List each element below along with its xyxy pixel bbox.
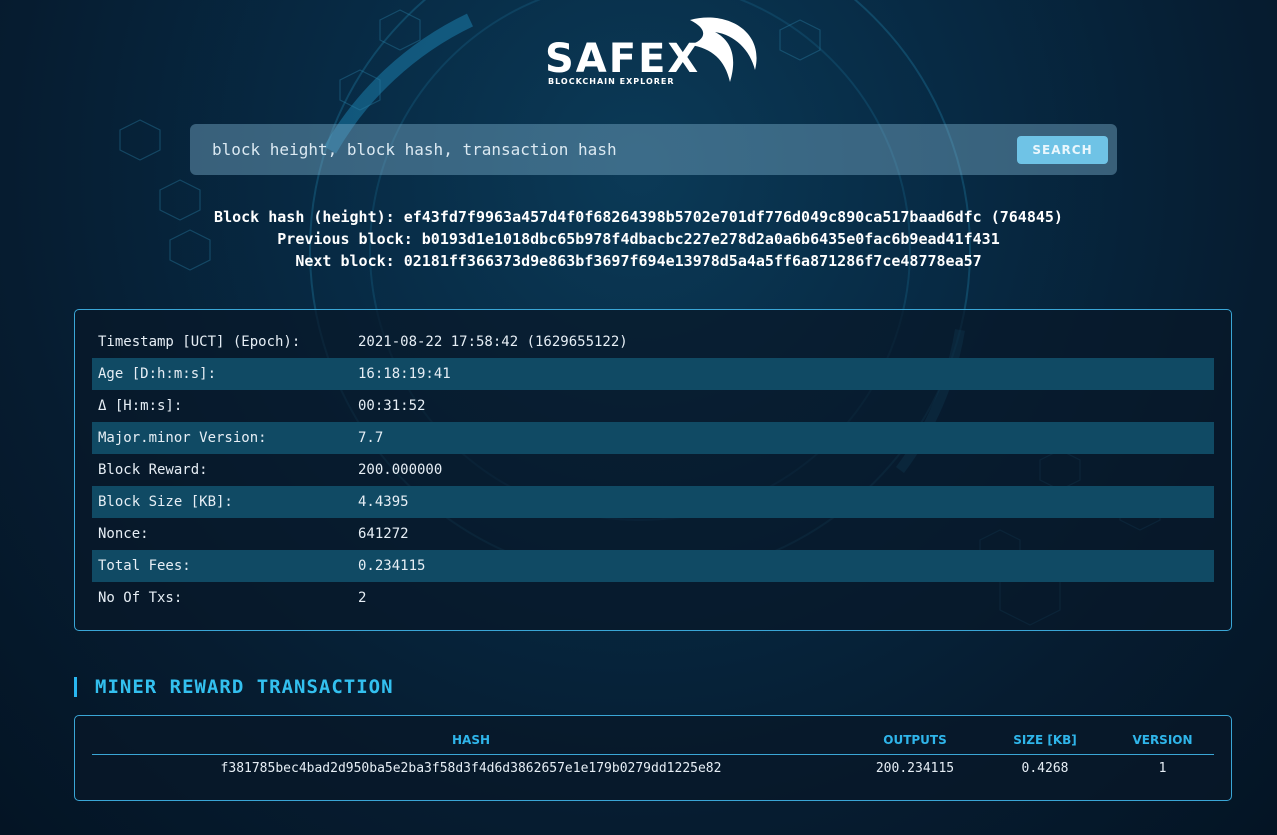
detail-label: Major.minor Version: [98,430,267,446]
detail-label: No Of Txs: [98,590,183,606]
search-input[interactable] [190,124,990,175]
detail-label: Age [D:h:m:s]: [98,366,217,382]
search-button[interactable]: SEARCH [1017,136,1108,164]
tx-version: 1 [1158,761,1167,776]
detail-row: Age [D:h:m:s]: 16:18:19:41 [92,358,1214,390]
detail-label: Block Size [KB]: [98,494,233,510]
logo-text: SAFEX [545,36,700,82]
next-block-line: Next block: 02181ff366373d9e863bf3697f69… [0,250,1277,272]
detail-value: 16:18:19:41 [358,366,451,382]
tx-outputs: 200.234115 [875,761,955,776]
safex-logo[interactable]: SAFEX BLOCKCHAIN EXPLORER [540,10,770,90]
detail-label: Block Reward: [98,462,208,478]
tx-hash-link[interactable]: f381785bec4bad2d950ba5e2ba3f58d3f4d6d386… [92,760,850,778]
section-title-miner-reward: MINER REWARD TRANSACTION [74,677,394,697]
logo-subtitle: BLOCKCHAIN EXPLORER [548,77,675,86]
logo-swirl-icon: SAFEX BLOCKCHAIN EXPLORER [545,17,757,86]
detail-value: 4.4395 [358,494,409,510]
search-bar: SEARCH [190,124,1117,175]
detail-row: No Of Txs: 2 [92,582,1214,614]
detail-label: Nonce: [98,526,149,542]
tx-size: 0.4268 [1021,761,1069,776]
detail-row: Δ [H:m:s]: 00:31:52 [92,390,1214,422]
previous-block-label: Previous block: [277,230,413,248]
detail-value: 0.234115 [358,558,426,574]
detail-row: Major.minor Version: 7.7 [92,422,1214,454]
previous-block-link[interactable]: b0193d1e1018dbc65b978f4dbacbc227e278d2a0… [422,230,1000,248]
detail-label: Total Fees: [98,558,191,574]
detail-row: Timestamp [UCT] (Epoch): 2021-08-22 17:58… [92,326,1214,358]
column-header-size: SIZE [KB] [1013,733,1077,747]
block-height: (764845) [990,208,1063,226]
next-block-link[interactable]: 02181ff366373d9e863bf3697f694e13978d5a4a… [404,252,982,270]
block-hash-line: Block hash (height): ef43fd7f9963a457d4f… [0,206,1277,228]
column-header-version: VERSION [1132,733,1193,747]
detail-label: Δ [H:m:s]: [98,398,183,414]
previous-block-line: Previous block: b0193d1e1018dbc65b978f4d… [0,228,1277,250]
next-block-label: Next block: [295,252,395,270]
detail-row: Nonce: 641272 [92,518,1214,550]
detail-row: Block Size [KB]: 4.4395 [92,486,1214,518]
miner-reward-table: HASH OUTPUTS SIZE [KB] VERSION f381785be… [74,715,1232,801]
detail-row: Block Reward: 200.000000 [92,454,1214,486]
detail-value: 200.000000 [358,462,443,478]
block-hash-label: Block hash (height): [214,208,395,226]
detail-value: 2 [358,590,367,606]
block-info: Block hash (height): ef43fd7f9963a457d4f… [0,206,1277,272]
detail-value: 00:31:52 [358,398,426,414]
block-details-panel: Timestamp [UCT] (Epoch): 2021-08-22 17:58… [74,309,1232,631]
detail-row: Total Fees: 0.234115 [92,550,1214,582]
detail-value: 2021-08-22 17:58:42 (1629655122) [358,334,628,350]
detail-label: Timestamp [UCT] (Epoch): [98,334,301,350]
column-header-outputs: OUTPUTS [883,733,947,747]
block-hash-value: ef43fd7f9963a457d4f0f68264398b5702e701df… [403,208,982,226]
detail-value: 641272 [358,526,409,542]
column-header-hash: HASH [451,733,490,747]
detail-value: 7.7 [358,430,384,446]
table-header: HASH OUTPUTS SIZE [KB] VERSION [92,730,1214,755]
